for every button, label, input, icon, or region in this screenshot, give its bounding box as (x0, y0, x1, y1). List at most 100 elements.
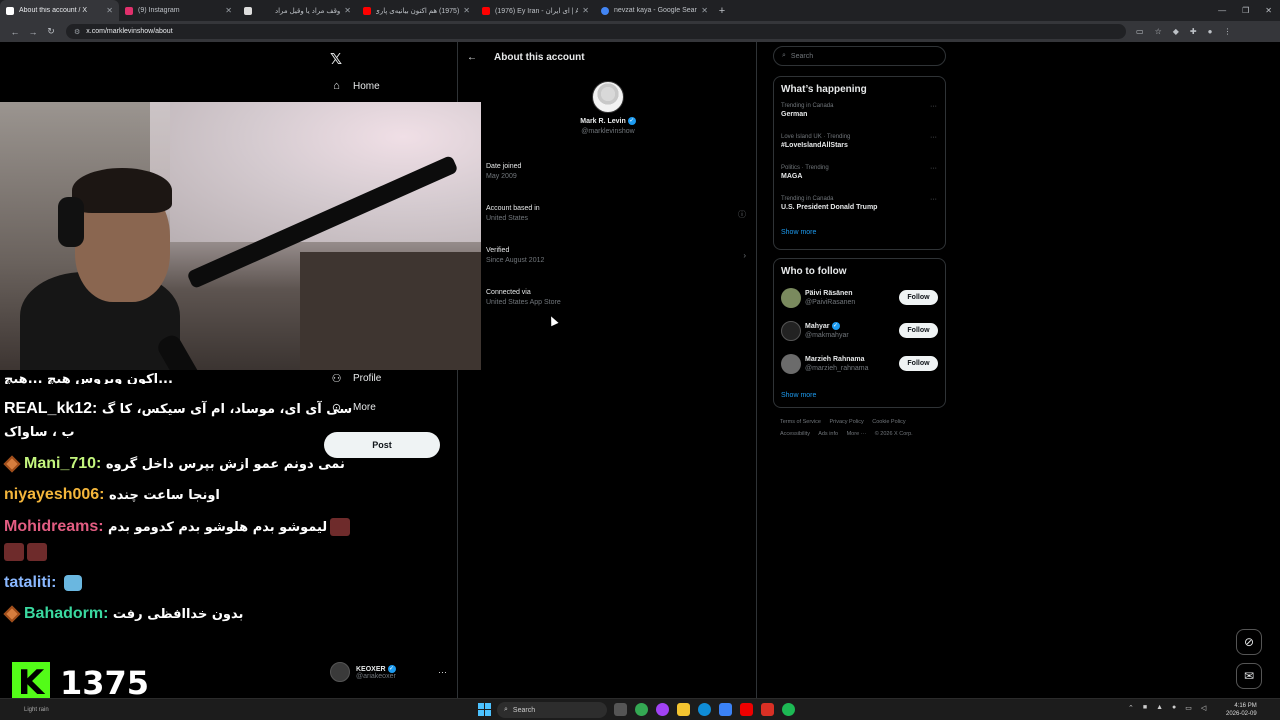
grok-button[interactable]: ⊘ (1236, 629, 1262, 655)
tab-about-account[interactable]: About this account / X ✕ (0, 0, 119, 21)
trend-more-icon[interactable]: ··· (930, 103, 937, 110)
close-tab-icon[interactable]: ✕ (344, 6, 351, 15)
site-info-icon[interactable]: ⚙ (74, 28, 80, 36)
info-value: United States (486, 215, 529, 222)
x-logo-icon[interactable]: 𝕏 (330, 50, 342, 68)
who-to-follow-title: Who to follow (781, 266, 847, 277)
footer-link[interactable]: More ··· (847, 431, 867, 437)
chat-username: Bahadorm: (24, 605, 109, 622)
show-more-link[interactable]: Show more (774, 380, 945, 407)
extensions-puzzle-icon[interactable]: ✚ (1190, 27, 1197, 36)
info-circle-icon[interactable]: ⓘ (738, 209, 746, 220)
cast-icon[interactable]: ▭ (1136, 27, 1144, 36)
trend-item[interactable]: Love Island UK · Trending #LoveIslandAll… (774, 130, 945, 161)
footer-link[interactable]: Ads info (818, 431, 838, 437)
reload-icon[interactable]: ↻ (42, 26, 60, 37)
close-tab-icon[interactable]: ✕ (106, 6, 113, 15)
spotify-icon[interactable] (782, 703, 795, 716)
profile-avatar[interactable] (592, 81, 624, 113)
trend-item[interactable]: Politics · Trending MAGA ··· (774, 161, 945, 192)
trend-item[interactable]: Trending in Canada German ··· (774, 99, 945, 130)
trend-more-icon[interactable]: ··· (930, 134, 937, 141)
search-input[interactable]: ⌕ Search (773, 46, 946, 66)
follow-button[interactable]: Follow (899, 323, 938, 338)
info-value: United States App Store (486, 299, 561, 306)
search-icon: ⌕ (782, 52, 786, 59)
task-view-icon[interactable] (614, 703, 627, 716)
chat-emote-row (4, 543, 47, 561)
chat-message: REAL_kk12: سی آی ای، موساد، ام آی سیکس، … (4, 400, 352, 418)
volume-icon[interactable]: ◁ (1201, 704, 1206, 712)
envelope-icon: ✉ (1243, 669, 1255, 683)
chat-message: Mohidreams: لیموشو بدم هلوشو بدم کدومو ب… (4, 518, 351, 536)
nav-profile[interactable]: ⚇ Profile (330, 372, 382, 385)
follow-suggestion[interactable]: Mahyar ✓ @makmahyar Follow (774, 314, 945, 347)
messages-button[interactable]: ✉ (1236, 663, 1262, 689)
back-arrow-icon[interactable]: ← (467, 52, 477, 63)
trend-more-icon[interactable]: ··· (930, 196, 937, 203)
info-verified[interactable]: Verified Since August 2012 › (486, 247, 751, 264)
footer-link[interactable]: Terms of Service (780, 419, 821, 425)
profile-icon[interactable]: ● (1208, 27, 1213, 36)
show-more-link[interactable]: Show more (774, 223, 945, 244)
google-favicon-icon (601, 6, 609, 15)
close-window-icon[interactable]: ✕ (1265, 6, 1272, 15)
app-icon[interactable] (656, 703, 669, 716)
tray-app-icon[interactable]: ● (1172, 704, 1176, 712)
footer-link[interactable]: Cookie Policy (872, 419, 905, 425)
account-more-icon[interactable]: ··· (438, 667, 447, 677)
gmail-icon[interactable] (761, 703, 774, 716)
taskbar-search[interactable]: ⌕ Search (497, 702, 607, 718)
nav-home-label: Home (353, 80, 380, 92)
follow-suggestion[interactable]: Päivi Räsänen @PaiviRasanen Follow (774, 281, 945, 314)
follow-button[interactable]: Follow (899, 290, 938, 305)
maximize-icon[interactable]: ❐ (1242, 6, 1249, 15)
tray-app-icon[interactable]: ■ (1143, 704, 1147, 712)
tab-google-search[interactable]: nevzat kaya - Google Search ✕ (595, 0, 714, 21)
edge-icon[interactable] (698, 703, 711, 716)
tray-overflow-icon[interactable]: ⌃ (1128, 704, 1134, 712)
app-icon[interactable] (719, 703, 732, 716)
tray-app-icon[interactable]: ▲ (1156, 704, 1163, 712)
forward-icon[interactable]: → (24, 27, 42, 37)
trend-more-icon[interactable]: ··· (930, 165, 937, 172)
chrome-icon[interactable] (635, 703, 648, 716)
whats-happening-panel: What’s happening Trending in Canada Germ… (773, 76, 946, 250)
taskbar-clock[interactable]: 4:16 PM 2026-02-09 (1226, 702, 1257, 718)
tab-3[interactable]: وقف مراد یا وقیل مراد ✕ (238, 0, 357, 21)
close-tab-icon[interactable]: ✕ (701, 6, 708, 15)
clock-date: 2026-02-09 (1226, 711, 1257, 717)
tab-youtube-2[interactable]: (1976) Ey Iran - ای ایران | Arash ✕ (476, 0, 595, 21)
footer-link[interactable]: Accessibility (780, 431, 810, 437)
network-icon[interactable]: ▭ (1185, 704, 1192, 712)
emote-icon (4, 543, 24, 561)
youtube-icon[interactable] (740, 703, 753, 716)
suggestion-handle: @marzieh_rahnama (805, 364, 869, 372)
weather-widget[interactable]: Light rain (24, 707, 49, 713)
tab-youtube-1[interactable]: (1975) هم اکنون بیانیه‌ی پاری سن ✕ (357, 0, 476, 21)
instagram-favicon-icon (125, 6, 133, 15)
nav-home[interactable]: ⌂ Home (330, 80, 380, 92)
chat-text: ...اکون ویروس هیچ ...هیچ (4, 372, 173, 384)
bookmark-star-icon[interactable]: ☆ (1155, 27, 1162, 36)
trend-item[interactable]: Trending in Canada U.S. President Donald… (774, 192, 945, 223)
follow-suggestion[interactable]: Marzieh Rahnama @marzieh_rahnama Follow (774, 347, 945, 380)
tab-instagram[interactable]: (9) Instagram ✕ (119, 0, 238, 21)
close-tab-icon[interactable]: ✕ (582, 6, 589, 15)
extension-icon[interactable]: ◆ (1173, 27, 1179, 36)
minimize-icon[interactable]: — (1218, 6, 1226, 15)
close-tab-icon[interactable]: ✕ (463, 6, 470, 15)
account-switcher[interactable]: KEOXER ✓ @ariakeoxer ··· (330, 662, 447, 682)
trend-name: U.S. President Donald Trump (781, 204, 878, 211)
follow-button[interactable]: Follow (899, 356, 938, 371)
nav-profile-label: Profile (353, 373, 382, 384)
back-icon[interactable]: ← (6, 27, 24, 37)
system-tray: ⌃ ■ ▲ ● ▭ ◁ (1128, 704, 1206, 712)
file-explorer-icon[interactable] (677, 703, 690, 716)
footer-link[interactable]: Privacy Policy (830, 419, 864, 425)
close-tab-icon[interactable]: ✕ (225, 6, 232, 15)
windows-start-icon[interactable] (478, 703, 491, 716)
url-field[interactable]: ⚙ x.com/marklevinshow/about (66, 24, 1126, 39)
menu-kebab-icon[interactable]: ⋮ (1223, 27, 1231, 36)
new-tab-button[interactable]: + (714, 5, 730, 17)
